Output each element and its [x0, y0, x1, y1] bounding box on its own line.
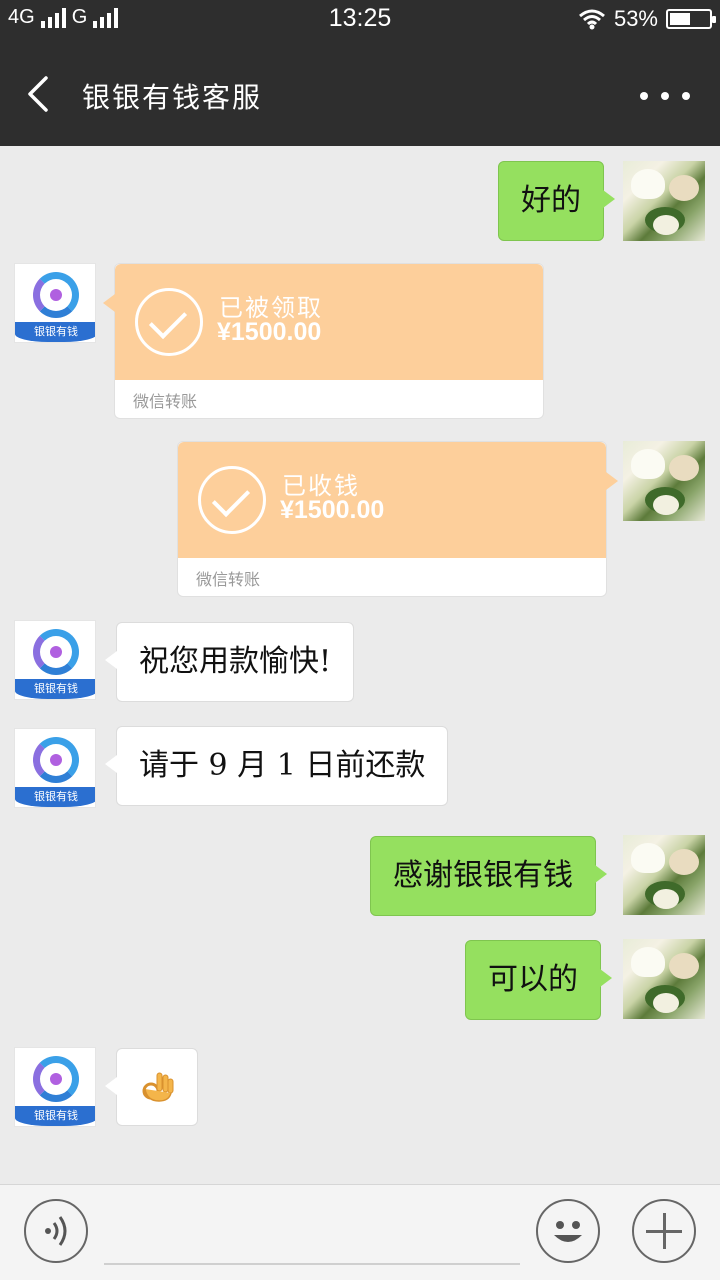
- message-text: 感谢银银有钱: [393, 858, 573, 893]
- voice-wave-icon: [45, 1216, 67, 1246]
- message-text: 请于 9 月 1 日前还款: [139, 748, 426, 783]
- transfer-card-received[interactable]: 已被领取 ¥1500.00 微信转账: [103, 263, 544, 419]
- transfer-amount: ¥1500.00: [217, 318, 322, 346]
- contact-avatar[interactable]: 银银有钱: [14, 263, 96, 343]
- message-text: 好的: [521, 183, 581, 218]
- battery-icon: [666, 9, 716, 29]
- transfer-card-top: 已收钱 ¥1500.00: [178, 442, 606, 558]
- transfer-amount: ¥1500.00: [280, 496, 385, 524]
- my-avatar[interactable]: [623, 939, 705, 1019]
- back-arrow-icon[interactable]: [20, 74, 60, 114]
- contact-avatar[interactable]: 银银有钱: [14, 620, 96, 700]
- checkmark-icon: [198, 466, 266, 534]
- status-right: 53%: [578, 6, 716, 32]
- smiley-icon[interactable]: [536, 1199, 600, 1263]
- message-bubble-other[interactable]: 祝您用款愉快!: [104, 622, 355, 702]
- more-dots-icon[interactable]: [640, 86, 690, 106]
- message-bubble-me[interactable]: 可以的: [465, 940, 612, 1020]
- transfer-card-sent[interactable]: 已收钱 ¥1500.00 微信转账: [177, 441, 618, 597]
- status-bar: 4G G 13:25 53%: [0, 0, 720, 40]
- battery-fill: [670, 13, 690, 25]
- message-text: 可以的: [488, 962, 578, 997]
- contact-avatar[interactable]: 银银有钱: [14, 1047, 96, 1127]
- avatar-logo-text: 银银有钱: [15, 1106, 95, 1126]
- contact-avatar[interactable]: 银银有钱: [14, 728, 96, 808]
- message-bubble-other[interactable]: [105, 1048, 198, 1126]
- chat-title: 银银有钱客服: [82, 81, 263, 114]
- message-text: 祝您用款愉快!: [139, 644, 332, 679]
- my-avatar[interactable]: [623, 161, 705, 241]
- avatar-logo-text: 银银有钱: [15, 679, 95, 699]
- message-bubble-other[interactable]: 请于 9 月 1 日前还款: [104, 726, 449, 806]
- transfer-source: 微信转账: [133, 392, 198, 411]
- plus-icon[interactable]: [632, 1199, 696, 1263]
- avatar-logo-text: 银银有钱: [15, 787, 95, 807]
- chat-header: 银银有钱客服: [0, 40, 720, 146]
- smiley-face-icon: [554, 1221, 582, 1242]
- ok-hand-emoji-icon: [142, 1072, 174, 1102]
- my-avatar[interactable]: [623, 441, 705, 521]
- message-input[interactable]: [104, 1199, 520, 1265]
- transfer-card-top: 已被领取 ¥1500.00: [115, 264, 543, 380]
- message-bubble-me[interactable]: 感谢银银有钱: [370, 836, 607, 916]
- wifi-icon: [578, 9, 605, 30]
- battery-percent: 53%: [613, 6, 658, 31]
- chat-messages[interactable]: 好的 银银有钱 已被领取 ¥1500.00 微信转账 已收钱 ¥1500.00 …: [0, 146, 720, 1184]
- checkmark-icon: [135, 288, 203, 356]
- voice-icon[interactable]: [24, 1199, 88, 1263]
- message-bubble-me[interactable]: 好的: [498, 161, 615, 241]
- my-avatar[interactable]: [623, 835, 705, 915]
- avatar-logo-text: 银银有钱: [15, 322, 95, 342]
- transfer-source: 微信转账: [196, 570, 261, 589]
- input-bar: [0, 1184, 720, 1280]
